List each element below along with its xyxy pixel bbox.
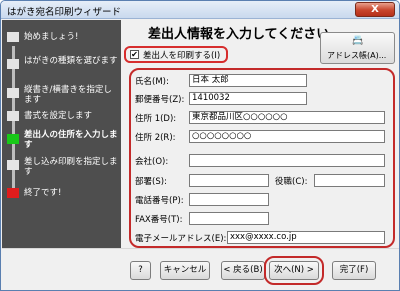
window-title: はがき宛名印刷ウィザード	[7, 7, 122, 18]
phone-label: 電話番号(P):	[135, 196, 184, 206]
address1-label: 住所 1(D):	[135, 114, 177, 124]
print-sender-checkbox[interactable]: ✔	[130, 50, 139, 59]
address-book-icon: 📇	[352, 36, 364, 46]
email-label: 電子メールアドレス(E):	[135, 234, 227, 244]
step-label: 縦書き/横書きを指定します	[24, 85, 112, 105]
wizard-steps-pane: 始めましょう! はがきの種類を選びます 縦書き/横書きを指定します 書式を設定し…	[2, 20, 121, 248]
help-button[interactable]: ?	[130, 261, 151, 280]
address-book-button[interactable]: 📇 アドレス帳(A)...	[320, 32, 395, 64]
address2-field[interactable]: ○○○○○○○○	[189, 130, 385, 143]
department-label: 部署(S):	[135, 177, 167, 187]
close-button[interactable]: X	[355, 2, 395, 17]
step-marker	[7, 59, 19, 69]
step-label: 始めましょう!	[24, 32, 79, 42]
fax-label: FAX番号(T):	[135, 215, 183, 225]
step-marker	[7, 160, 19, 170]
next-button[interactable]: 次へ(N) >	[269, 261, 319, 280]
wizard-window: はがき宛名印刷ウィザード X 始めましょう! はがきの種類を選びます 縦書き/横…	[0, 0, 400, 291]
page-title: 差出人情報を入力してください	[148, 27, 330, 42]
step-marker	[7, 111, 19, 121]
wizard-button-bar: ? キャンセル < 戻る(B) 次へ(N) > 完了(F)	[2, 248, 399, 290]
step-label: はがきの種類を選びます	[24, 56, 118, 66]
address2-label: 住所 2(R):	[135, 133, 176, 143]
step-label: 差し込み印刷を指定します	[24, 157, 118, 177]
sender-info-pane: 差出人情報を入力してください ✔ 差出人を印刷する(I) 📇 アドレス帳(A).…	[122, 20, 398, 248]
phone-field[interactable]	[189, 193, 269, 206]
name-field[interactable]: 日本 太郎	[189, 74, 307, 87]
job-title-label: 役職(C):	[275, 177, 308, 187]
step-marker-last	[7, 188, 19, 198]
sender-fields-highlight: 氏名(M): 日本 太郎 郵便番号(Z): 1410032 住所 1(D): 東…	[129, 68, 395, 248]
title-bar: はがき宛名印刷ウィザード X	[1, 1, 399, 19]
step-marker	[7, 32, 19, 42]
step-marker-current	[7, 134, 19, 144]
finish-button[interactable]: 完了(F)	[332, 261, 376, 280]
postal-code-field[interactable]: 1410032	[189, 92, 307, 105]
department-field[interactable]	[189, 174, 269, 187]
back-button[interactable]: < 戻る(B)	[221, 261, 265, 280]
step-label: 差出人の住所を入力します	[24, 130, 118, 150]
company-field[interactable]	[189, 154, 385, 167]
step-label: 書式を設定します	[24, 111, 93, 121]
email-field[interactable]: xxx@xxxx.co.jp	[227, 231, 385, 244]
job-title-field[interactable]	[314, 174, 385, 187]
step-marker	[7, 88, 19, 98]
postal-label: 郵便番号(Z):	[135, 95, 185, 105]
print-sender-label[interactable]: 差出人を印刷する(I)	[143, 49, 220, 61]
print-sender-highlight: ✔ 差出人を印刷する(I)	[124, 46, 228, 63]
fax-field[interactable]	[189, 212, 269, 225]
name-label: 氏名(M):	[135, 77, 169, 87]
company-label: 会社(O):	[135, 157, 169, 167]
address1-field[interactable]: 東京都品川区○○○○○○	[189, 111, 385, 124]
step-label: 終了です!	[24, 188, 62, 198]
address-book-label: アドレス帳(A)...	[327, 51, 387, 60]
cancel-button[interactable]: キャンセル	[160, 261, 210, 280]
